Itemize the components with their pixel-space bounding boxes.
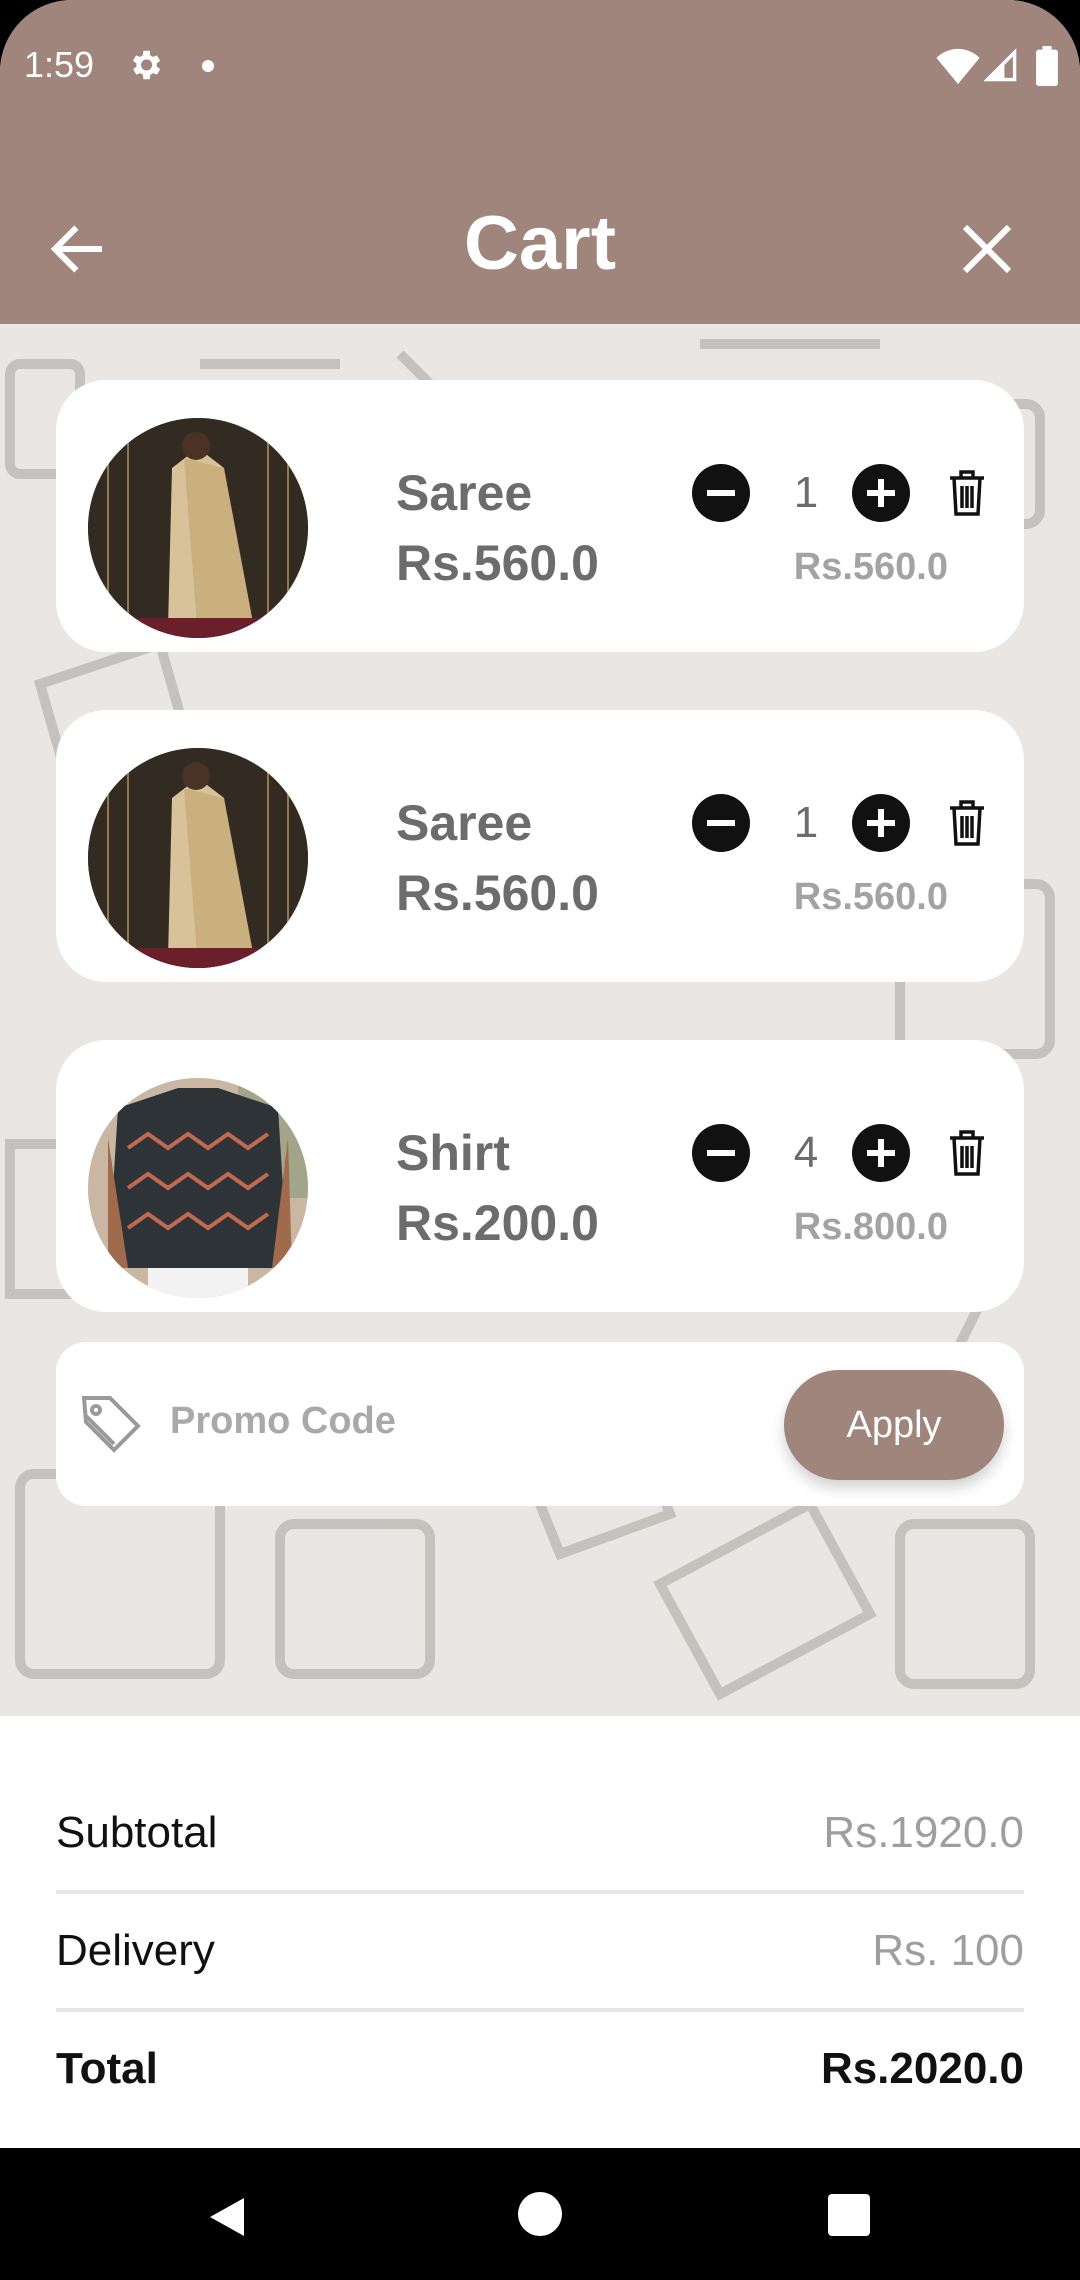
total-row: Total Rs.2020.0 (56, 2044, 1024, 2104)
shirt-product-image (88, 1078, 308, 1298)
item-quantity: 4 (793, 1128, 819, 1177)
item-quantity: 1 (793, 798, 819, 847)
nav-recents-icon[interactable] (828, 2194, 870, 2236)
system-nav-bar (0, 2148, 1080, 2280)
total-label: Total (56, 2044, 158, 2093)
close-button[interactable] (954, 216, 1020, 282)
increase-quantity-button[interactable] (852, 464, 910, 522)
delivery-label: Delivery (56, 1926, 215, 1975)
item-line-total: Rs.560.0 (793, 546, 948, 588)
saree-product-image (88, 418, 308, 638)
item-name: Saree (396, 465, 533, 521)
decrease-quantity-button[interactable] (692, 794, 750, 852)
cart-item-card: Saree Rs.560.0 1 Rs.560.0 (56, 710, 1024, 982)
cart-item-card: Saree Rs.560.0 1 Rs.560.0 (56, 380, 1024, 652)
signal-icon (984, 48, 1017, 82)
battery-icon (1036, 46, 1058, 86)
increase-quantity-button[interactable] (852, 1124, 910, 1182)
nav-back-icon[interactable] (204, 2194, 250, 2240)
subtotal-row: Subtotal Rs.1920.0 (56, 1808, 1024, 1868)
delivery-value: Rs. 100 (872, 1926, 1024, 1975)
item-name: Saree (396, 795, 533, 851)
notification-dot-icon (202, 60, 214, 72)
gear-icon (132, 50, 161, 80)
item-unit-price: Rs.560.0 (396, 865, 599, 921)
app-bar: 1:59 Cart (0, 0, 1080, 324)
saree-product-image (88, 748, 308, 968)
subtotal-label: Subtotal (56, 1808, 218, 1857)
delete-item-button[interactable] (946, 798, 988, 848)
divider (56, 1890, 1024, 1894)
item-unit-price: Rs.560.0 (396, 535, 599, 591)
cart-screen: 1:59 Cart Saree Rs.560.0 1 Rs.560.0 Sare… (0, 0, 1080, 2280)
cart-item-card: Shirt Rs.200.0 4 Rs.800.0 (56, 1040, 1024, 1312)
page-title: Cart (463, 201, 617, 286)
decrease-quantity-button[interactable] (692, 1124, 750, 1182)
delete-item-button[interactable] (946, 468, 988, 518)
status-time: 1:59 (24, 44, 95, 85)
item-name: Shirt (396, 1125, 510, 1181)
delivery-row: Delivery Rs. 100 (56, 1926, 1024, 1986)
apply-button[interactable]: Apply (784, 1370, 1004, 1480)
increase-quantity-button[interactable] (852, 794, 910, 852)
item-unit-price: Rs.200.0 (396, 1195, 599, 1251)
promo-code-placeholder[interactable]: Promo Code (170, 1400, 396, 1443)
tag-icon (81, 1396, 141, 1453)
divider (56, 2008, 1024, 2012)
subtotal-value: Rs.1920.0 (823, 1808, 1024, 1857)
delete-item-button[interactable] (946, 1128, 988, 1178)
item-line-total: Rs.560.0 (793, 876, 948, 918)
wifi-icon (936, 48, 980, 84)
nav-home-icon[interactable] (518, 2192, 562, 2236)
item-quantity: 1 (793, 468, 819, 517)
order-summary: Subtotal Rs.1920.0 Delivery Rs. 100 Tota… (0, 1716, 1080, 2148)
decrease-quantity-button[interactable] (692, 464, 750, 522)
item-line-total: Rs.800.0 (793, 1206, 948, 1248)
promo-code-field[interactable]: Promo Code Apply (56, 1342, 1024, 1506)
total-value: Rs.2020.0 (820, 2044, 1024, 2093)
